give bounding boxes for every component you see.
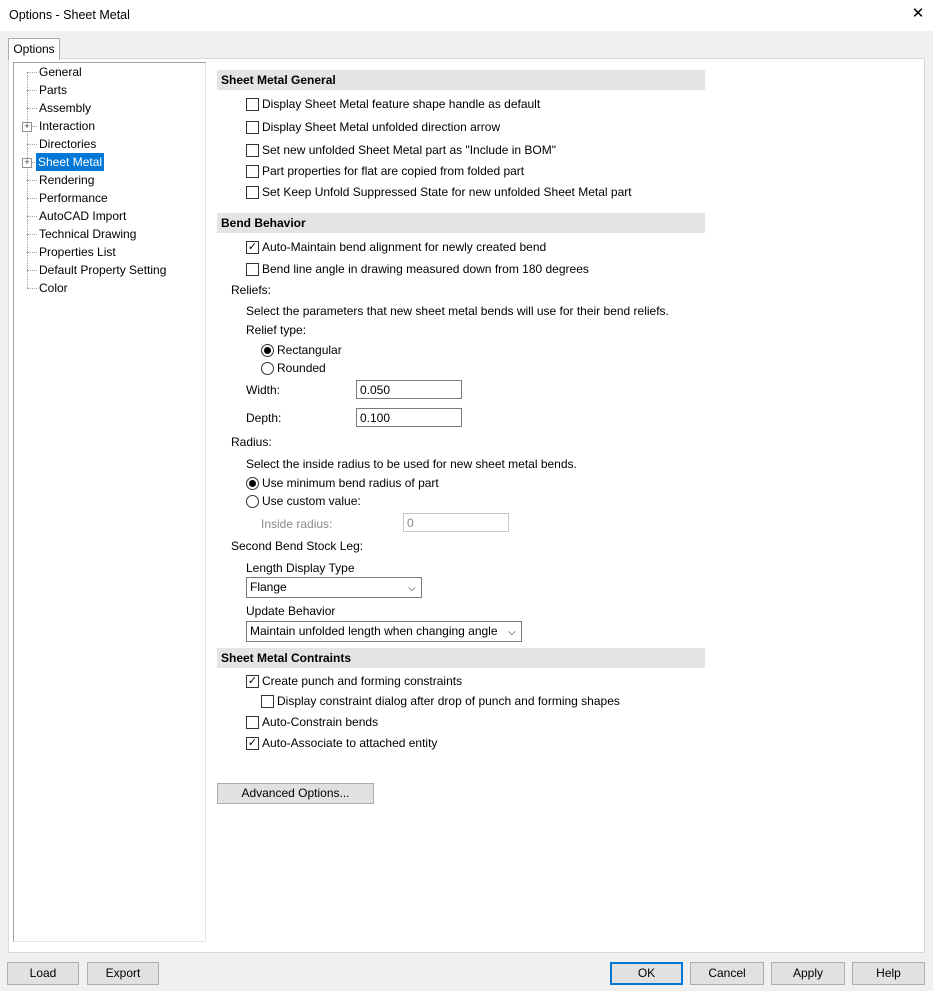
checkbox[interactable]: ✓ <box>246 737 259 750</box>
checkbox[interactable] <box>246 121 259 134</box>
checkbox-label: Set Keep Unfold Suppressed State for new… <box>262 185 632 199</box>
radius-label: Radius: <box>231 435 272 449</box>
radio-label: Rounded <box>277 361 326 375</box>
checkbox[interactable] <box>246 165 259 178</box>
radio-dot-icon <box>249 480 256 487</box>
tree-item-default-property-setting[interactable]: Default Property Setting <box>38 261 167 279</box>
checkbox[interactable] <box>246 98 259 111</box>
tree-line <box>27 108 37 109</box>
inside-radius-label: Inside radius: <box>261 517 333 531</box>
tree-line <box>27 180 37 181</box>
radio-dot-icon <box>264 347 271 354</box>
section-sheet-metal-general: Sheet Metal General <box>217 70 705 90</box>
tree-line <box>27 90 37 91</box>
tree-line <box>27 198 37 199</box>
export-button[interactable]: Export <box>87 962 159 985</box>
tree-item-performance[interactable]: Performance <box>38 189 109 207</box>
tree-line <box>27 144 37 145</box>
window-title: Options - Sheet Metal <box>9 8 130 22</box>
checkbox-label: Display Sheet Metal unfolded direction a… <box>262 120 501 134</box>
tree-item-assembly[interactable]: Assembly <box>38 99 92 117</box>
tab-options[interactable]: Options <box>8 38 60 60</box>
update-behavior-label: Update Behavior <box>246 604 336 618</box>
checkbox[interactable]: ✓ <box>246 241 259 254</box>
checkbox-label: Bend line angle in drawing measured down… <box>262 262 589 276</box>
radio-label: Use custom value: <box>262 494 361 508</box>
checkbox[interactable] <box>246 716 259 729</box>
depth-label: Depth: <box>246 411 282 425</box>
checkbox[interactable]: ✓ <box>246 675 259 688</box>
reliefs-label: Reliefs: <box>231 283 272 297</box>
advanced-options-button[interactable]: Advanced Options... <box>217 783 374 804</box>
radio-button[interactable] <box>261 362 274 375</box>
update-behavior-value: Maintain unfolded length when changing a… <box>250 624 498 638</box>
radio-label: Rectangular <box>277 343 342 357</box>
radius-description: Select the inside radius to be used for … <box>246 457 577 471</box>
expand-icon[interactable]: + <box>22 158 32 168</box>
reliefs-description: Select the parameters that new sheet met… <box>246 304 669 318</box>
checkbox[interactable] <box>246 186 259 199</box>
help-button[interactable]: Help <box>852 962 925 985</box>
section-sheet-metal-constraints: Sheet Metal Contraints <box>217 648 705 668</box>
check-icon: ✓ <box>247 241 258 253</box>
cancel-button[interactable]: Cancel <box>690 962 764 985</box>
second-leg-label: Second Bend Stock Leg: <box>231 539 364 553</box>
checkbox[interactable] <box>246 144 259 157</box>
radio-label: Use minimum bend radius of part <box>262 476 439 490</box>
chevron-down-icon: ⌵ <box>508 627 516 638</box>
tree-line <box>27 252 37 253</box>
width-label: Width: <box>246 383 281 397</box>
tree-item-parts[interactable]: Parts <box>38 81 68 99</box>
checkbox-label: Auto-Constrain bends <box>262 715 379 729</box>
depth-input[interactable]: 0.100 <box>356 408 462 427</box>
relief-type-label: Relief type: <box>246 323 307 337</box>
radio-button[interactable] <box>261 344 274 357</box>
close-icon[interactable]: ✕ <box>909 5 927 23</box>
width-input[interactable]: 0.050 <box>356 380 462 399</box>
checkbox-label: Auto-Associate to attached entity <box>262 736 438 750</box>
chevron-down-icon: ⌵ <box>408 583 416 594</box>
checkbox-label: Display Sheet Metal feature shape handle… <box>262 97 541 111</box>
length-display-type-select[interactable]: Flange ⌵ <box>246 577 422 598</box>
checkbox[interactable] <box>246 263 259 276</box>
apply-button[interactable]: Apply <box>771 962 845 985</box>
tree-item-interaction[interactable]: Interaction <box>38 117 96 135</box>
tree-line <box>27 270 37 271</box>
checkbox-label: Set new unfolded Sheet Metal part as "In… <box>262 143 557 157</box>
expand-icon[interactable]: + <box>22 122 32 132</box>
ok-button[interactable]: OK <box>610 962 683 985</box>
checkbox[interactable] <box>261 695 274 708</box>
tree-item-color[interactable]: Color <box>38 279 69 297</box>
checkbox-label: Auto-Maintain bend alignment for newly c… <box>262 240 547 254</box>
checkbox-label: Create punch and forming constraints <box>262 674 463 688</box>
tree-item-sheet-metal[interactable]: Sheet Metal <box>36 153 105 171</box>
radio-button[interactable] <box>246 477 259 490</box>
checkbox-label: Part properties for flat are copied from… <box>262 164 525 178</box>
inside-radius-input[interactable]: 0 <box>403 513 509 532</box>
section-bend-behavior: Bend Behavior <box>217 213 705 233</box>
tree-line <box>27 288 37 289</box>
tree-line <box>27 234 37 235</box>
checkbox-label: Display constraint dialog after drop of … <box>277 694 620 708</box>
title-bar <box>0 0 933 31</box>
tree-line <box>27 72 37 73</box>
tree-item-rendering[interactable]: Rendering <box>38 171 95 189</box>
tree-item-technical-drawing[interactable]: Technical Drawing <box>38 225 137 243</box>
tree-item-properties-list[interactable]: Properties List <box>38 243 117 261</box>
tree-item-general[interactable]: General <box>38 63 83 81</box>
radio-button[interactable] <box>246 495 259 508</box>
check-icon: ✓ <box>247 675 258 687</box>
tree-item-autocad-import[interactable]: AutoCAD Import <box>38 207 127 225</box>
load-button[interactable]: Load <box>7 962 79 985</box>
tree-line <box>27 216 37 217</box>
length-display-type-value: Flange <box>250 580 287 594</box>
check-icon: ✓ <box>247 737 258 749</box>
update-behavior-select[interactable]: Maintain unfolded length when changing a… <box>246 621 522 642</box>
tree-item-directories[interactable]: Directories <box>38 135 97 153</box>
length-display-type-label: Length Display Type <box>246 561 355 575</box>
